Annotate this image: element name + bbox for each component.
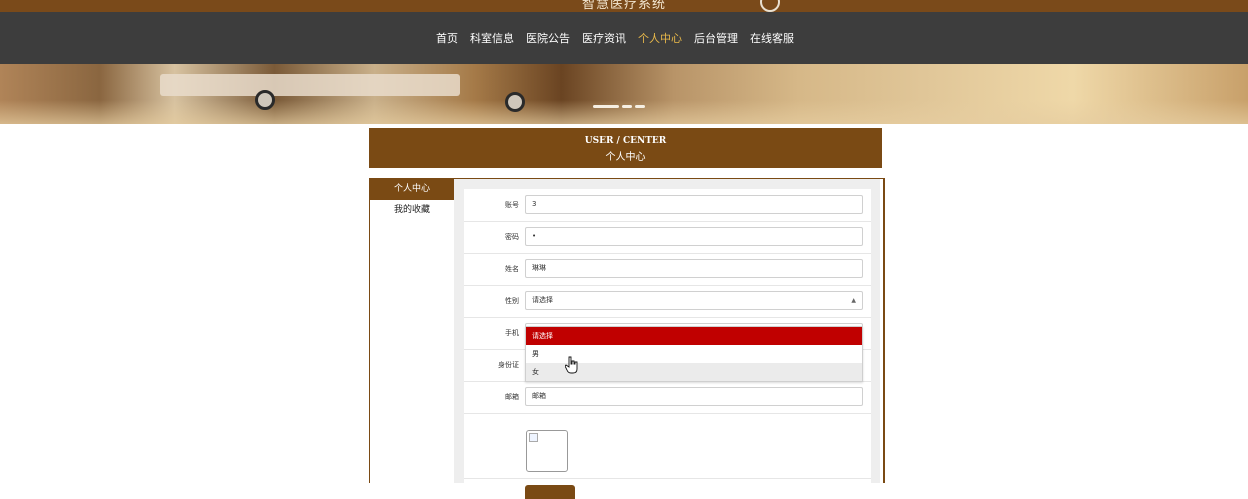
main-nav: 首页 科室信息 医院公告 医疗资讯 个人中心 后台管理 在线客服: [0, 12, 1248, 64]
wheel-icon: [255, 90, 275, 110]
account-label: 账号: [505, 201, 519, 209]
profile-form: 账号 3 密码 • 姓名 琳琳 性别 请选择 ▲ 手机 身份证 邮箱 邮箱 请选…: [464, 189, 871, 499]
user-center-panel: 个人中心 我的收藏 账号 3 密码 • 姓名 琳琳 性别 请选择 ▲ 手机 身份…: [369, 178, 885, 499]
gender-select-value: 请选择: [532, 296, 553, 304]
carousel-dot[interactable]: [622, 105, 632, 108]
email-input[interactable]: 邮箱: [525, 387, 863, 406]
wheel-icon: [505, 92, 525, 112]
account-input[interactable]: 3: [525, 195, 863, 214]
password-label: 密码: [505, 233, 519, 241]
form-row-name: 姓名 琳琳: [464, 253, 871, 286]
top-title-bar: 智慧医疗系统: [0, 0, 1248, 12]
section-title-cn: 个人中心: [605, 152, 646, 163]
banner-carousel: [0, 64, 1248, 124]
carousel-dot[interactable]: [593, 105, 619, 108]
phone-label: 手机: [505, 329, 519, 337]
banner-bed-image: [160, 74, 460, 96]
nav-item-admin[interactable]: 后台管理: [694, 30, 738, 46]
nav-item-user-center[interactable]: 个人中心: [638, 30, 682, 46]
password-input[interactable]: •: [525, 227, 863, 246]
form-row-account: 账号 3: [464, 189, 871, 222]
app-title: 智慧医疗系统: [581, 0, 666, 12]
avatar-image[interactable]: [526, 430, 568, 472]
gender-label: 性别: [505, 297, 519, 305]
form-container: 账号 3 密码 • 姓名 琳琳 性别 请选择 ▲ 手机 身份证 邮箱 邮箱 请选…: [454, 179, 880, 499]
chevron-up-icon: ▲: [851, 297, 856, 304]
name-input[interactable]: 琳琳: [525, 259, 863, 278]
nav-item-announcements[interactable]: 医院公告: [526, 30, 570, 46]
form-row-password: 密码 •: [464, 221, 871, 254]
email-label: 邮箱: [505, 393, 519, 401]
section-title-en: USER / CENTER: [584, 136, 667, 146]
carousel-dot[interactable]: [635, 105, 645, 108]
broken-image-icon: [529, 433, 538, 442]
nav-item-home[interactable]: 首页: [436, 30, 458, 46]
form-row-gender: 性别 请选择 ▲: [464, 285, 871, 318]
gender-option-placeholder[interactable]: 请选择: [526, 327, 862, 345]
carousel-indicators: [593, 105, 645, 108]
sidebar-item-favorites[interactable]: 我的收藏: [370, 200, 454, 221]
nav-item-medical-news[interactable]: 医疗资讯: [582, 30, 626, 46]
sidebar-item-user-center[interactable]: 个人中心: [370, 179, 454, 200]
submit-button[interactable]: [525, 485, 575, 499]
gender-select[interactable]: 请选择 ▲: [525, 291, 863, 310]
section-header: USER / CENTER 个人中心: [369, 128, 882, 168]
idcard-label: 身份证: [498, 361, 519, 369]
form-row-email: 邮箱 邮箱: [464, 381, 871, 414]
nav-item-departments[interactable]: 科室信息: [470, 30, 514, 46]
nav-item-online-service[interactable]: 在线客服: [750, 30, 794, 46]
hand-cursor-icon: [565, 356, 578, 374]
name-label: 姓名: [505, 265, 519, 273]
sidebar: 个人中心 我的收藏: [370, 179, 454, 221]
banner-floor: [0, 100, 1248, 124]
